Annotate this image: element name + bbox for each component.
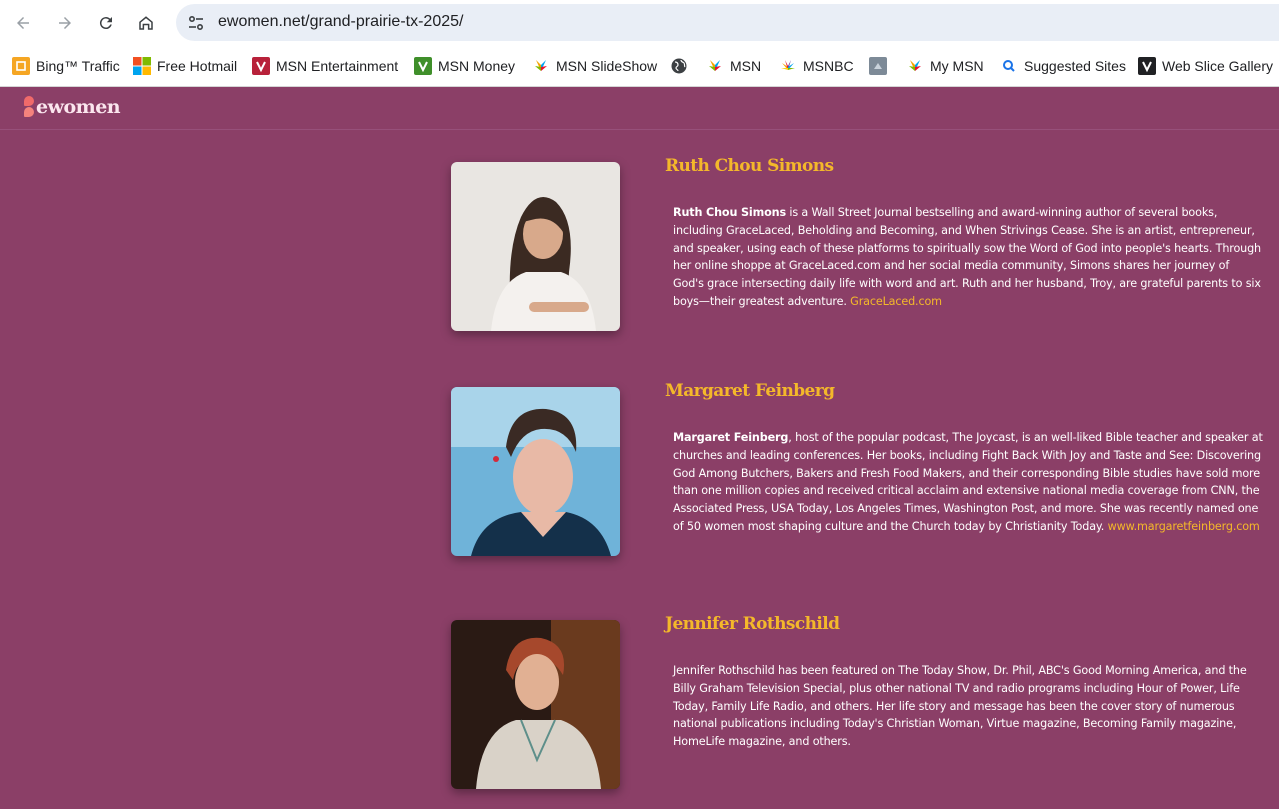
web-slice-icon [869, 57, 887, 75]
speaker-bio-text: , host of the popular podcast, The Joyca… [673, 431, 1263, 533]
speaker-photo [451, 620, 620, 789]
msn-entertainment-icon [252, 57, 270, 75]
search-icon [1000, 57, 1018, 75]
speaker-name: Jennifer Rothschild [665, 614, 840, 634]
bookmark-suggested-sites[interactable]: Suggested Sites [1000, 56, 1126, 76]
speaker-bio: Ruth Chou Simons is a Wall Street Journa… [673, 204, 1263, 311]
site-header: ewomen [0, 88, 1279, 130]
site-logo[interactable]: ewomen [24, 96, 121, 118]
bookmark-label: MSN Money [438, 58, 516, 74]
site-info-icon[interactable] [186, 13, 206, 33]
globe-icon [670, 57, 688, 75]
bookmark-label: Free Hotmail [157, 58, 238, 74]
bookmark-label: MSNBC [803, 58, 854, 74]
windows-icon [133, 57, 151, 75]
bookmark-msn[interactable]: MSN [706, 56, 761, 76]
bookmark-label: MSN [730, 58, 762, 74]
bookmark-label: Suggested Sites [1024, 58, 1126, 74]
forward-icon[interactable] [50, 8, 80, 38]
bookmarks-bar: Bing™ Traffic Free Hotmail MSN Entertain… [0, 46, 1279, 87]
bookmark-globe[interactable] [670, 56, 688, 76]
browser-toolbar: ewomen.net/grand-prairie-tx-2025/ [0, 0, 1279, 46]
speaker-bio-text: Jennifer Rothschild has been featured on… [673, 664, 1247, 749]
bookmark-web-slice-gallery[interactable]: Web Slice Gallery [1138, 56, 1273, 76]
speaker-photo [451, 387, 620, 556]
bookmark-msn-money[interactable]: MSN Money [414, 56, 515, 76]
bookmark-label: MSN SlideShow [556, 58, 658, 74]
nbc-peacock-icon [779, 57, 797, 75]
bookmark-web-slice[interactable] [869, 56, 887, 76]
bookmark-label: My MSN [930, 58, 984, 74]
speaker-bio-name: Ruth Chou Simons [673, 206, 786, 219]
bing-icon [12, 57, 30, 75]
speaker-bio-name: Margaret Feinberg [673, 431, 789, 444]
msn-butterfly-icon [706, 57, 724, 75]
logo-text: ewomen [36, 96, 121, 118]
bookmark-msn-entertainment[interactable]: MSN Entertainment [252, 56, 398, 76]
speaker-photo [451, 162, 620, 331]
web-slice-gallery-icon [1138, 57, 1156, 75]
bookmark-label: Bing™ Traffic [36, 58, 120, 74]
speaker-bio-text: is a Wall Street Journal bestselling and… [673, 206, 1262, 308]
bookmark-label: Web Slice Gallery [1162, 58, 1274, 74]
msn-money-icon [414, 57, 432, 75]
bookmark-msn-slideshow[interactable]: MSN SlideShow [532, 56, 657, 76]
url-text[interactable]: ewomen.net/grand-prairie-tx-2025/ [218, 13, 463, 31]
bookmark-label: MSN Entertainment [276, 58, 399, 74]
speaker-website-link[interactable]: GraceLaced.com [850, 295, 942, 308]
bookmark-free-hotmail[interactable]: Free Hotmail [133, 56, 237, 76]
speaker-name: Margaret Feinberg [665, 381, 835, 401]
speaker-website-link[interactable]: www.margaretfeinberg.com [1108, 520, 1260, 533]
logo-mark-icon [24, 96, 34, 118]
speaker-bio: Margaret Feinberg, host of the popular p… [673, 429, 1263, 536]
home-icon[interactable] [131, 8, 161, 38]
msn-butterfly-icon [906, 57, 924, 75]
bookmark-bing-traffic[interactable]: Bing™ Traffic [12, 56, 120, 76]
speaker-bio: Jennifer Rothschild has been featured on… [673, 662, 1263, 751]
back-icon[interactable] [8, 8, 38, 38]
address-bar[interactable]: ewomen.net/grand-prairie-tx-2025/ [176, 4, 1279, 41]
msn-butterfly-icon [532, 57, 550, 75]
reload-icon[interactable] [91, 8, 121, 38]
bookmark-my-msn[interactable]: My MSN [906, 56, 984, 76]
bookmark-msnbc[interactable]: MSNBC [779, 56, 854, 76]
speaker-name: Ruth Chou Simons [665, 156, 834, 176]
